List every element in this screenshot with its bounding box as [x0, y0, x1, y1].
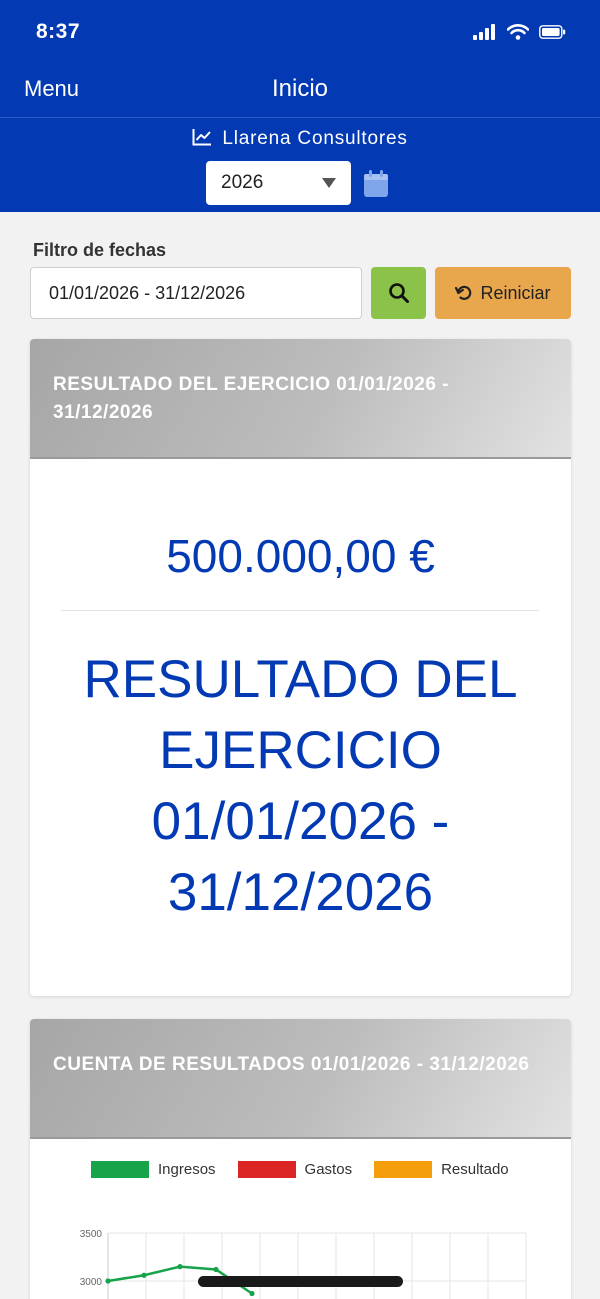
- date-range-input[interactable]: 01/01/2026 - 31/12/2026: [30, 267, 362, 319]
- legend-label: Ingresos: [158, 1161, 216, 1178]
- chart-legend: Ingresos Gastos Resultado: [91, 1161, 531, 1178]
- nav-divider: [0, 117, 600, 118]
- app-header: 8:37 Menu Inicio Llarena Consultores 202…: [0, 0, 600, 212]
- result-card: RESULTADO DEL EJERCICIO 01/01/2026 - 31/…: [30, 339, 571, 996]
- signal-icon: [473, 24, 495, 40]
- legend-swatch: [91, 1161, 149, 1178]
- line-chart-icon: [192, 129, 212, 146]
- card-divider: [61, 610, 539, 611]
- home-indicator: [198, 1276, 403, 1287]
- result-card-header: RESULTADO DEL EJERCICIO 01/01/2026 - 31/…: [30, 339, 571, 459]
- year-select[interactable]: 2026: [206, 161, 351, 205]
- company-selector-label: Llarena Consultores: [0, 128, 600, 150]
- data-point[interactable]: [213, 1266, 219, 1273]
- undo-icon: [455, 285, 472, 300]
- reset-button-label: Reiniciar: [480, 282, 551, 303]
- search-button[interactable]: [371, 267, 426, 319]
- data-point[interactable]: [177, 1264, 183, 1270]
- data-point[interactable]: [249, 1290, 255, 1297]
- status-time: 8:37: [36, 20, 81, 43]
- legend-label: Gastos: [304, 1161, 353, 1178]
- status-bar: 8:37: [0, 0, 600, 66]
- calendar-icon[interactable]: [364, 170, 388, 197]
- legend-swatch: [237, 1161, 296, 1178]
- y-tick-label: 3000: [80, 1277, 103, 1288]
- wifi-icon: [507, 24, 529, 40]
- legend-item-ingresos[interactable]: Ingresos: [91, 1161, 216, 1178]
- legend-swatch: [374, 1161, 433, 1178]
- legend-item-resultado[interactable]: Resultado: [374, 1161, 509, 1178]
- reset-button[interactable]: Reiniciar: [435, 267, 571, 319]
- battery-icon: [539, 25, 566, 39]
- company-name: Llarena Consultores: [222, 128, 408, 149]
- caret-down-icon: [322, 178, 336, 188]
- date-filter-label: Filtro de fechas: [33, 240, 167, 260]
- status-icons: [473, 24, 566, 40]
- page-title: Inicio: [271, 75, 329, 102]
- y-tick-label: 3500: [80, 1229, 103, 1240]
- legend-label: Resultado: [441, 1161, 509, 1178]
- result-title: RESULTADO DEL EJERCICIO 01/01/2026 - 31/…: [83, 650, 518, 922]
- result-amount: 500.000,00 €: [166, 530, 435, 582]
- data-point[interactable]: [105, 1278, 111, 1284]
- year-select-value: 2026: [221, 172, 264, 193]
- data-point[interactable]: [141, 1272, 147, 1278]
- navigation-bar: Menu Inicio: [0, 66, 600, 116]
- accounts-card: CUENTA DE RESULTADOS 01/01/2026 - 31/12/…: [30, 1019, 571, 1299]
- search-icon: [388, 283, 409, 303]
- legend-item-gastos[interactable]: Gastos: [237, 1161, 353, 1178]
- accounts-card-header: CUENTA DE RESULTADOS 01/01/2026 - 31/12/…: [30, 1019, 571, 1139]
